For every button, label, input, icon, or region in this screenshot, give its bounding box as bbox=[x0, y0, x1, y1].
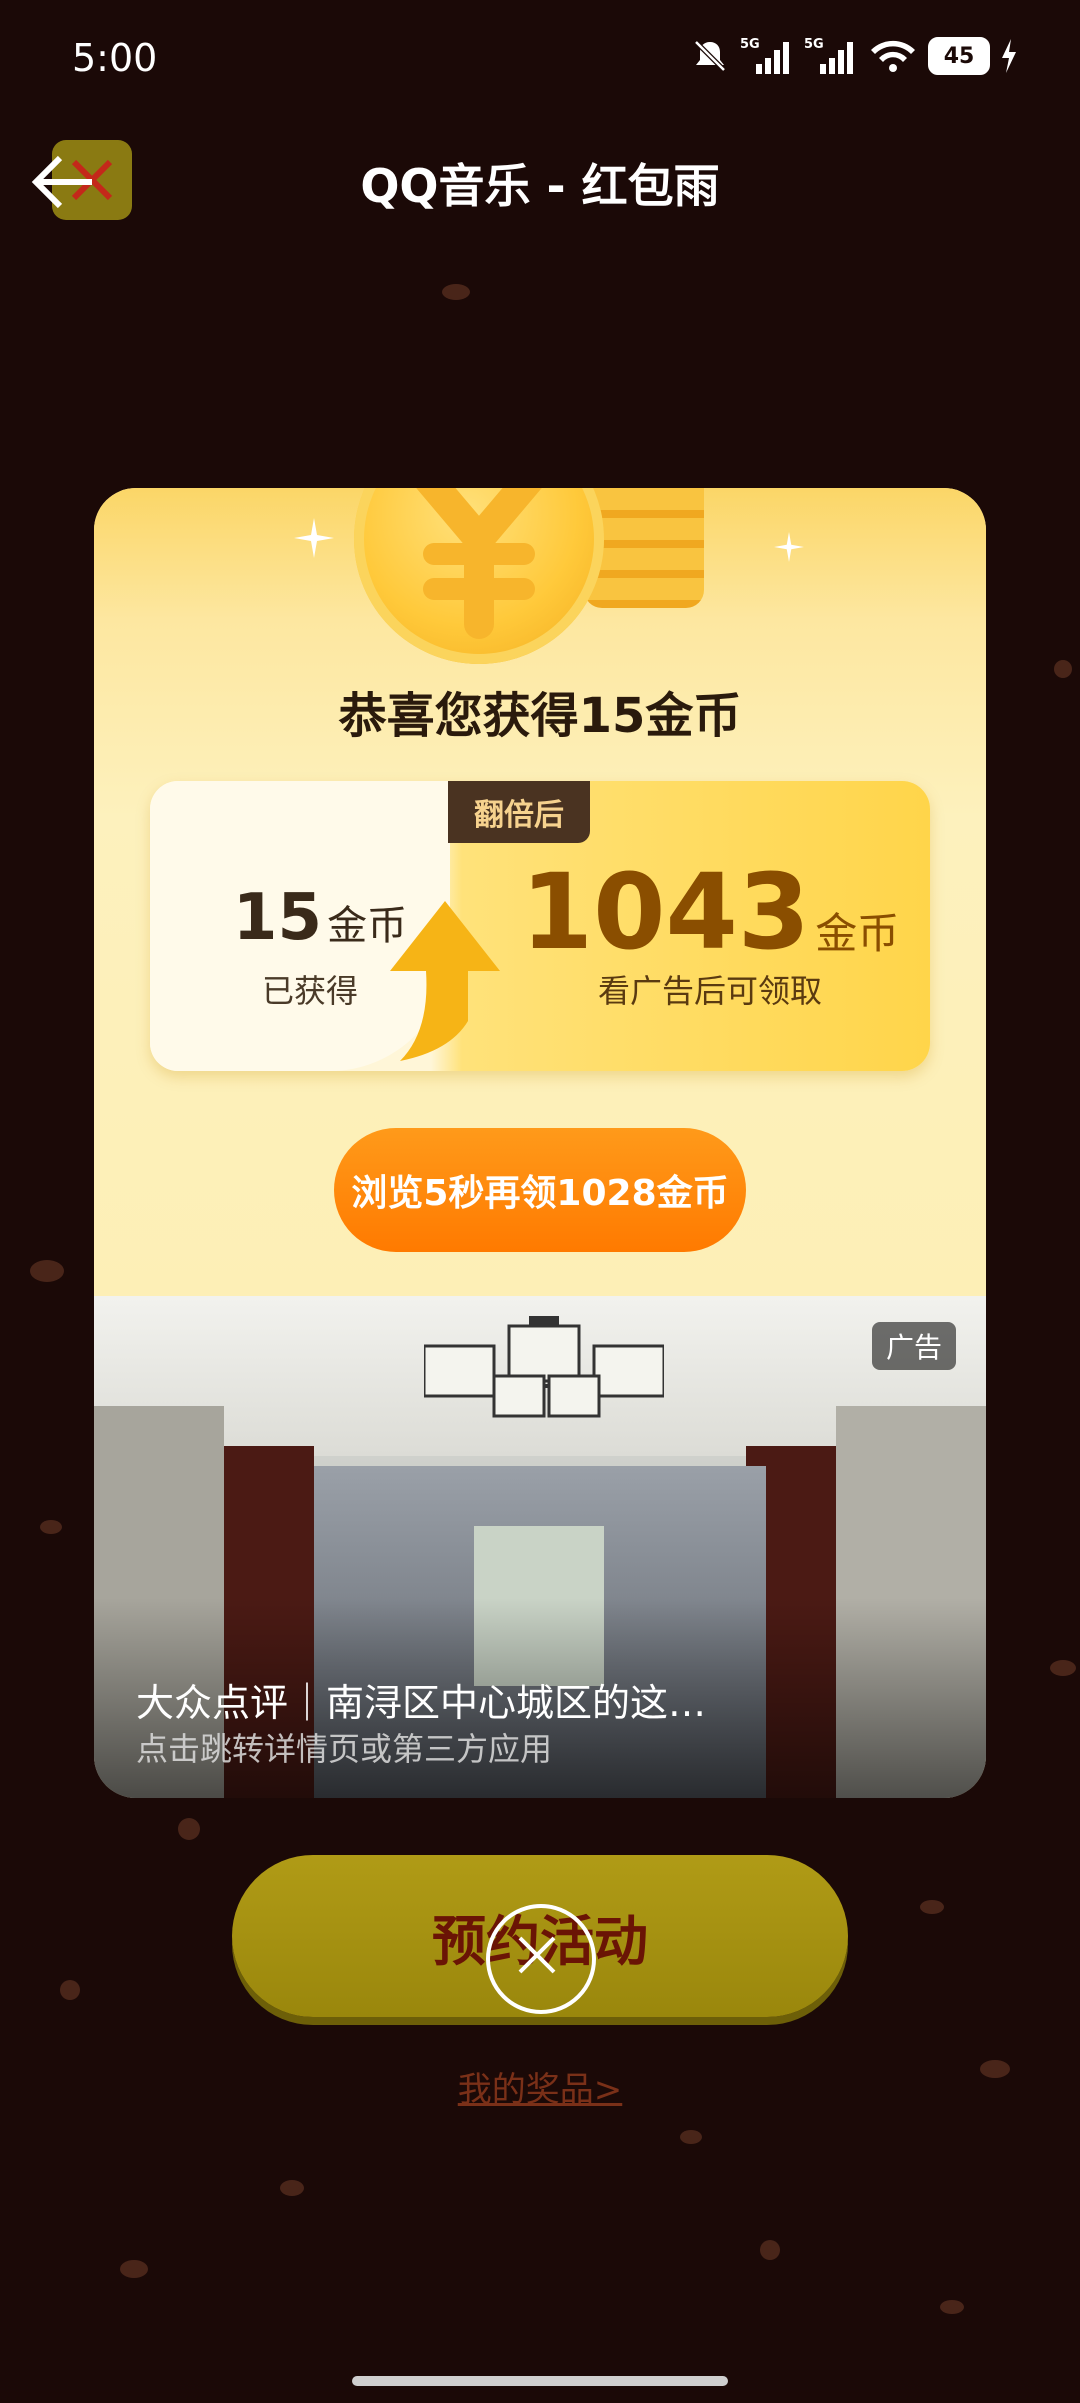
up-arrow-icon bbox=[390, 901, 500, 1061]
battery-level: 45 bbox=[928, 37, 990, 75]
signal-5g-icon: 5G bbox=[804, 37, 853, 74]
confetti bbox=[40, 1520, 62, 1534]
confetti bbox=[120, 2260, 148, 2278]
svg-text:5G: 5G bbox=[804, 37, 824, 52]
confetti bbox=[1050, 1660, 1076, 1676]
page-title: QQ音乐 - 红包雨 bbox=[360, 159, 720, 213]
status-icons: 5G 5G 45 bbox=[690, 34, 1018, 78]
yen-icon bbox=[416, 488, 542, 639]
earned-number: 15 bbox=[232, 881, 322, 955]
doubled-unit: 金币 bbox=[815, 909, 900, 958]
confetti bbox=[1054, 660, 1072, 678]
ad-badge: 广告 bbox=[871, 1322, 956, 1370]
home-indicator[interactable] bbox=[352, 2376, 728, 2386]
close-icon bbox=[518, 1936, 556, 1974]
confetti bbox=[30, 1260, 64, 1282]
dismiss-button[interactable] bbox=[486, 1904, 596, 2014]
status-time: 5:00 bbox=[72, 36, 158, 80]
doubled-amount: 1043 金币 bbox=[510, 851, 910, 973]
doubled-number: 1043 bbox=[520, 851, 811, 973]
mute-icon bbox=[694, 40, 726, 72]
watch-ad-button[interactable]: 浏览5秒再领1028金币 bbox=[334, 1128, 746, 1252]
charging-icon bbox=[1002, 39, 1016, 73]
confetti bbox=[760, 2240, 780, 2260]
confetti bbox=[940, 2300, 964, 2314]
wifi-icon bbox=[871, 40, 915, 72]
confetti bbox=[442, 284, 470, 300]
ad-subtitle: 点击跳转详情页或第三方应用 bbox=[136, 1730, 553, 1768]
ad-title: 大众点评｜南浔区中心城区的这… bbox=[136, 1681, 707, 1725]
signal-5g-icon: 5G bbox=[740, 37, 789, 74]
coin-icon bbox=[354, 488, 604, 664]
confetti bbox=[280, 2180, 304, 2196]
confetti bbox=[178, 1818, 200, 1840]
sparkle-icon bbox=[774, 532, 804, 562]
sparkle-icon bbox=[294, 518, 334, 558]
reward-comparison: 翻倍后 15 金币 已获得 1043 金币 看广告后可领取 bbox=[150, 781, 930, 1071]
confetti bbox=[60, 1980, 80, 2000]
chandelier-icon bbox=[424, 1316, 664, 1418]
reward-card: 恭喜您获得15金币 翻倍后 15 金币 已获得 1043 金币 看广告后可领取 … bbox=[94, 488, 986, 1798]
my-prizes-link[interactable]: 我的奖品> bbox=[0, 2062, 1080, 2111]
ad-banner[interactable]: 广告 大众点评｜南浔区中心城区的这… 点击跳转详情页或第三方应用 bbox=[94, 1296, 986, 1798]
congrats-text: 恭喜您获得15金币 bbox=[338, 688, 742, 744]
doubled-badge: 翻倍后 bbox=[448, 781, 590, 843]
doubled-label: 看广告后可领取 bbox=[597, 972, 822, 1010]
confetti bbox=[680, 2130, 702, 2144]
svg-text:5G: 5G bbox=[740, 37, 760, 52]
confetti bbox=[920, 1900, 944, 1914]
